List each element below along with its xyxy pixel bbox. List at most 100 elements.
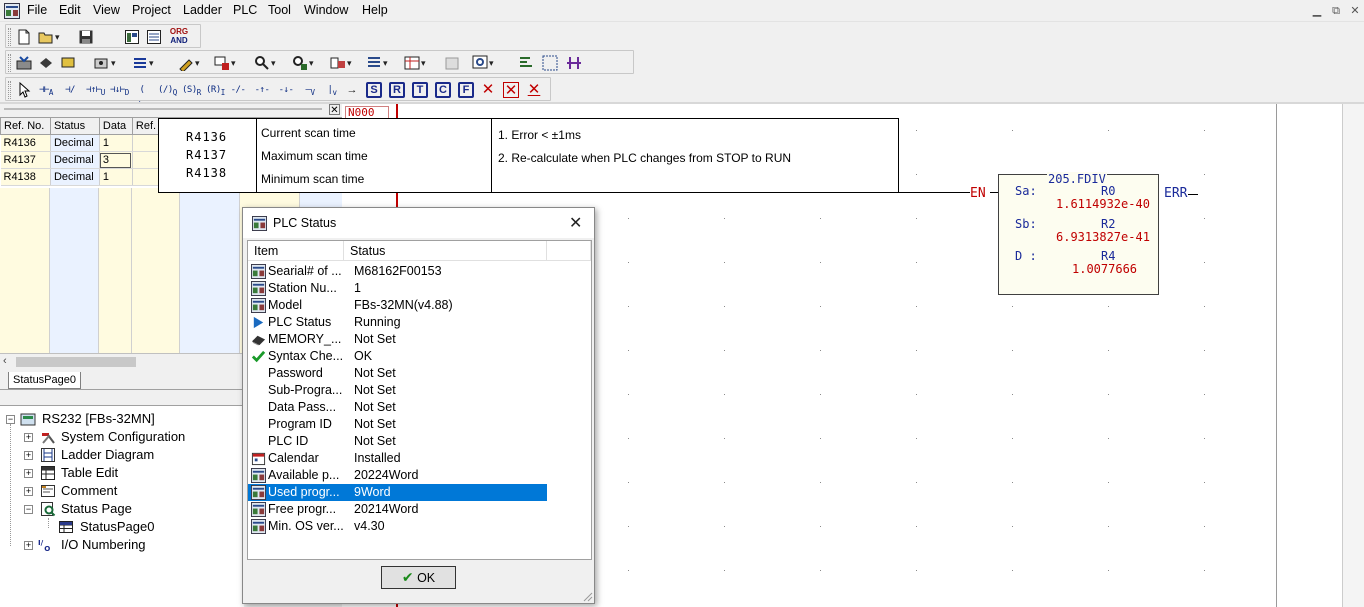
column-header-status[interactable]: Status — [344, 241, 547, 261]
mdi-restore-icon[interactable]: ⧉ — [1327, 4, 1345, 18]
tab-statuspage0[interactable]: StatusPage0 — [8, 372, 81, 389]
ref-cell[interactable]: R4137 — [0, 151, 51, 169]
coil-reset-icon[interactable]: (R)I — [206, 82, 225, 98]
header-data[interactable]: Data — [98, 117, 133, 135]
list-item[interactable]: Password Not Set — [248, 365, 547, 382]
list-item[interactable]: Min. OS ver... v4.30 — [248, 518, 547, 535]
arrow-right-icon[interactable]: → — [344, 82, 360, 98]
list-item[interactable]: PLC ID Not Set — [248, 433, 547, 450]
plc-connect-icon[interactable] — [16, 55, 32, 71]
expand-icon[interactable]: + — [24, 469, 33, 478]
zoom-icon[interactable] — [472, 55, 494, 71]
grid-tool-icon[interactable] — [542, 55, 558, 71]
pointer-icon[interactable] — [16, 81, 32, 98]
table-edit-tool-icon[interactable] — [404, 55, 426, 71]
coil-out-icon[interactable]: ( )O — [134, 82, 150, 113]
fdiv-function-block[interactable]: 205.FDIV Sa: R0 1.6114932e-40 Sb: R2 6.9… — [998, 172, 1159, 295]
mdi-minimize-icon[interactable]: ▁ — [1308, 4, 1326, 18]
coil-set-icon[interactable]: (S)R — [182, 82, 201, 98]
vertical-line-icon[interactable]: |v — [324, 82, 340, 98]
horizontal-line-icon[interactable]: —V — [302, 82, 318, 98]
header-ref-no[interactable]: Ref. No. — [0, 117, 51, 135]
collapse-icon[interactable]: − — [24, 505, 33, 514]
mdi-close-icon[interactable]: ✕ — [1346, 4, 1364, 18]
contact-b-icon[interactable]: ⊣/⊢B — [62, 82, 78, 113]
list-item[interactable]: Available p... 20224Word — [248, 467, 547, 484]
delete-line-icon[interactable]: ✕ — [526, 82, 542, 98]
compare-icon[interactable] — [330, 55, 352, 71]
list-item[interactable]: PLC Status Running — [248, 314, 547, 331]
collapse-icon[interactable]: − — [6, 415, 15, 424]
menu-project[interactable]: Project — [132, 3, 171, 17]
list-item[interactable]: Station Nu... 1 — [248, 280, 547, 297]
list-item[interactable]: MEMORY_... Not Set — [248, 331, 547, 348]
plc-write-icon[interactable] — [60, 55, 76, 71]
open-file-icon[interactable] — [38, 29, 60, 45]
table-tool-icon[interactable] — [214, 55, 236, 71]
column-header-item[interactable]: Item — [248, 241, 344, 261]
c-box-icon[interactable]: C — [435, 82, 451, 98]
pane-close-icon[interactable]: ✕ — [329, 104, 340, 116]
ok-button[interactable]: ✔ OK — [381, 566, 456, 589]
coil-inverse-icon[interactable]: (/)Q — [158, 82, 177, 98]
list-item[interactable]: Calendar Installed — [248, 450, 547, 467]
ref-cell[interactable]: R4138 — [0, 168, 51, 186]
data-cell-selected[interactable]: 3 — [99, 151, 133, 169]
expand-icon[interactable]: + — [24, 541, 33, 550]
menu-tool[interactable]: Tool — [268, 3, 291, 17]
data-cell[interactable]: 1 — [99, 134, 133, 152]
menu-file[interactable]: File — [27, 3, 47, 17]
ladder-window-icon[interactable] — [146, 29, 162, 45]
list-tool-icon[interactable] — [366, 55, 388, 71]
menu-view[interactable]: View — [93, 3, 120, 17]
inverse-icon[interactable]: -/-P — [230, 82, 246, 113]
status-cell[interactable]: Decimal — [50, 168, 100, 186]
s-box-icon[interactable]: S — [366, 82, 382, 98]
list-item[interactable]: Model FBs-32MN(v4.88) — [248, 297, 547, 314]
org-and-icon[interactable]: ORG AND — [168, 27, 190, 45]
list-item[interactable]: Syntax Che... OK — [248, 348, 547, 365]
network-tool-icon[interactable] — [566, 55, 582, 71]
resize-grip-icon[interactable] — [581, 590, 593, 602]
r-box-icon[interactable]: R — [389, 82, 405, 98]
new-file-icon[interactable] — [16, 29, 32, 45]
plc-read-icon[interactable] — [38, 55, 54, 71]
vertical-scrollbar[interactable] — [1342, 104, 1364, 607]
menu-ladder[interactable]: Ladder — [183, 3, 222, 17]
monitor-icon[interactable] — [132, 55, 154, 71]
list-item[interactable]: Free progr... 20214Word — [248, 501, 547, 518]
status-cell[interactable]: Decimal — [50, 151, 100, 169]
expand-icon[interactable]: + — [24, 433, 33, 442]
status-cell[interactable]: Decimal — [50, 134, 100, 152]
menu-plc[interactable]: PLC — [233, 3, 257, 17]
app-icon[interactable] — [4, 3, 20, 19]
list-item[interactable]: Searial# of ... M68162F00153 — [248, 263, 547, 280]
expand-icon[interactable]: + — [24, 451, 33, 460]
project-window-icon[interactable] — [124, 29, 140, 45]
t-box-icon[interactable]: T — [412, 82, 428, 98]
f-box-icon[interactable]: F — [458, 82, 474, 98]
save-icon[interactable] — [78, 29, 94, 45]
scroll-left-icon[interactable]: ‹ — [3, 355, 7, 367]
ref-cell[interactable]: R4136 — [0, 134, 51, 152]
negative-pulse-icon[interactable]: -↓-H — [278, 82, 294, 113]
delete-box-icon[interactable]: ✕ — [503, 82, 519, 99]
expand-icon[interactable]: + — [24, 487, 33, 496]
align-icon[interactable] — [518, 55, 534, 71]
menu-edit[interactable]: Edit — [59, 3, 81, 17]
list-item[interactable]: Data Pass... Not Set — [248, 399, 547, 416]
list-item[interactable]: Program ID Not Set — [248, 416, 547, 433]
contact-a-icon[interactable]: ⊣⊢A — [38, 82, 54, 98]
list-item[interactable]: Used progr... 9Word — [248, 484, 547, 501]
menu-window[interactable]: Window — [304, 3, 348, 17]
list-item[interactable]: Sub-Progra... Not Set — [248, 382, 547, 399]
data-cell[interactable]: 1 — [99, 168, 133, 186]
replace-icon[interactable] — [292, 55, 314, 71]
edit-tool-icon[interactable] — [178, 55, 200, 73]
contact-up-icon[interactable]: ⊣↑⊢U — [86, 82, 105, 98]
header-status[interactable]: Status — [49, 117, 100, 135]
menu-help[interactable]: Help — [362, 3, 388, 17]
run-mode-icon[interactable] — [94, 55, 116, 71]
find-icon[interactable] — [254, 55, 276, 71]
delete-icon[interactable]: ✕ — [480, 82, 496, 98]
